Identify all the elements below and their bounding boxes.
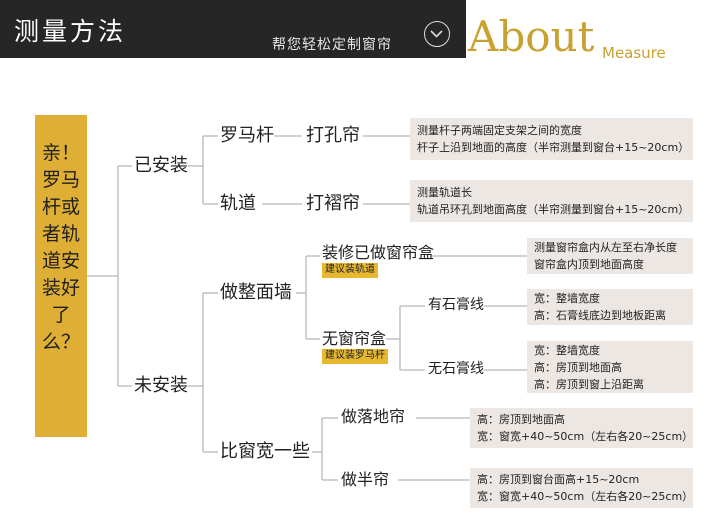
question-text: 亲！罗马杆或者轨道安装好了么？	[41, 142, 80, 353]
info-line: 高：石膏线底边到地板距离	[534, 309, 666, 322]
no-plaster-info-box: 宽：整墙宽度 高：房顶到地面高 高：房顶到窗上沿距离	[527, 341, 693, 393]
info-line: 窗帘盒内顶到地面高度	[534, 258, 644, 271]
installed-node: 已安装	[134, 155, 188, 176]
pleated-curtain-node: 打褶帘	[306, 193, 360, 214]
info-line: 宽：窗宽+40~50cm（左右各20~25cm）	[477, 490, 694, 503]
with-box-node: 装修已做窗帘盒	[322, 243, 435, 262]
info-line: 高：房顶到窗台面高+15~20cm	[477, 473, 640, 486]
roman-rod-node: 罗马杆	[220, 125, 274, 146]
full-wall-node: 做整面墙	[220, 282, 292, 303]
floor-curtain-node: 做落地帘	[341, 407, 406, 426]
wider-node: 比窗宽一些	[220, 441, 310, 462]
info-line: 轨道吊环孔到地面高度（半帘测量到窗台+15~20cm）	[417, 203, 690, 216]
suggest-track-tag: 建议装轨道	[322, 263, 378, 278]
info-line: 测量窗帘盒内从左至右净长度	[534, 241, 677, 254]
info-line: 测量轨道长	[417, 186, 472, 199]
not-installed-node: 未安装	[134, 375, 188, 396]
track-info-box: 测量轨道长 轨道吊环孔到地面高度（半帘测量到窗台+15~20cm）	[410, 180, 693, 222]
with-box-info-box: 测量窗帘盒内从左至右净长度 窗帘盒内顶到地面高度	[527, 238, 693, 274]
info-line: 高：房顶到地面高	[477, 413, 565, 426]
grommet-curtain-node: 打孔帘	[306, 125, 360, 146]
with-plaster-info-box: 宽：整墙宽度 高：石膏线底边到地板距离	[527, 289, 693, 325]
floor-info-box: 高：房顶到地面高 宽：窗宽+40~50cm（左右各20~25cm）	[470, 408, 693, 448]
no-box-node: 无窗帘盒	[322, 329, 387, 348]
info-line: 宽：整墙宽度	[534, 292, 600, 305]
no-plaster-node: 无石膏线	[428, 361, 484, 377]
info-line: 宽：窗宽+40~50cm（左右各20~25cm）	[477, 430, 694, 443]
suggest-rod-tag: 建议装罗马杆	[322, 349, 388, 364]
half-info-box: 高：房顶到窗台面高+15~20cm 宽：窗宽+40~50cm（左右各20~25c…	[470, 468, 693, 508]
info-line: 高：房顶到窗上沿距离	[534, 378, 644, 391]
rod-info-box: 测量杆子两端固定支架之间的宽度 杆子上沿到地面的高度（半帘测量到窗台+15~20…	[410, 118, 693, 160]
with-plaster-node: 有石膏线	[428, 297, 484, 313]
half-curtain-node: 做半帘	[341, 470, 390, 489]
info-line: 宽：整墙宽度	[534, 344, 600, 357]
track-node: 轨道	[220, 193, 256, 214]
info-line: 杆子上沿到地面的高度（半帘测量到窗台+15~20cm）	[417, 141, 690, 154]
info-line: 高：房顶到地面高	[534, 361, 622, 374]
info-line: 测量杆子两端固定支架之间的宽度	[417, 124, 582, 137]
